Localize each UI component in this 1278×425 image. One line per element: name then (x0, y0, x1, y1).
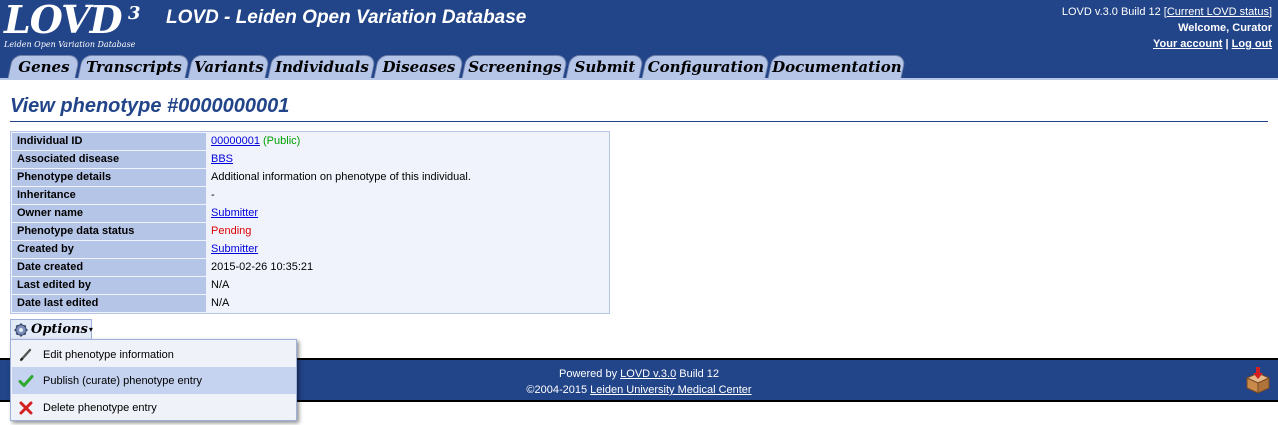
lovd-logo[interactable]: LOVD 3 Leiden Open Variation Database (4, 0, 154, 50)
tab-transcripts[interactable]: Transcripts (77, 55, 191, 78)
menu-item-label: Publish (curate) phenotype entry (43, 374, 202, 387)
row-value: N/A (207, 277, 608, 294)
row-label: Owner name (12, 205, 206, 222)
row-value: 00000001 (Public) (207, 133, 608, 150)
table-row: Inheritance - (12, 187, 608, 204)
row-label: Individual ID (12, 133, 206, 150)
menu-item-label: Delete phenotype entry (43, 401, 157, 414)
gear-icon (14, 323, 28, 337)
row-value: Submitter (207, 205, 608, 222)
row-label: Inheritance (12, 187, 206, 204)
options-label: Options (31, 321, 88, 337)
tab-documentation[interactable]: Documentation (767, 55, 907, 78)
site-header: LOVD 3 Leiden Open Variation Database LO… (0, 0, 1278, 78)
phenotype-details-table: Individual ID 00000001 (Public) Associat… (10, 131, 610, 314)
tab-genes[interactable]: Genes (7, 55, 81, 78)
account-separator: | (1225, 38, 1229, 50)
menu-item-label: Edit phenotype information (43, 348, 174, 361)
copyright-text: ©2004-2015 (526, 384, 588, 396)
log-out-link[interactable]: Log out (1232, 38, 1272, 50)
table-row: Phenotype data status Pending (12, 223, 608, 240)
tabs-baseline (0, 78, 1278, 80)
individual-id-link[interactable]: 00000001 (211, 135, 260, 147)
options-menu: Edit phenotype information Publish (cura… (10, 339, 297, 421)
table-row: Associated disease BBS (12, 151, 608, 168)
logo-subtitle: Leiden Open Variation Database (4, 40, 136, 49)
delete-phenotype-menu-item[interactable]: Delete phenotype entry (12, 394, 296, 421)
row-value: - (207, 187, 608, 204)
publish-phenotype-menu-item[interactable]: Publish (curate) phenotype entry (12, 367, 296, 394)
row-label: Date created (12, 259, 206, 276)
disease-link[interactable]: BBS (211, 153, 233, 165)
row-value: N/A (207, 295, 608, 312)
build-text: Build 12 (679, 368, 720, 380)
table-row: Created by Submitter (12, 241, 608, 258)
options-button[interactable]: Options ▾ (10, 319, 93, 339)
table-row: Date last edited N/A (12, 295, 608, 312)
edit-phenotype-menu-item[interactable]: Edit phenotype information (12, 341, 296, 368)
row-label: Created by (12, 241, 206, 258)
version-text: LOVD v.3.0 Build 12 [ (1061, 6, 1167, 18)
public-status: (Public) (263, 135, 301, 147)
account-links: Your account | Log out (1062, 36, 1272, 52)
row-label: Last edited by (12, 277, 206, 294)
version-line: LOVD v.3.0 Build 12 [Current LOVD status… (1062, 4, 1272, 20)
row-label: Associated disease (12, 151, 206, 168)
site-title: LOVD - Leiden Open Variation Database (166, 7, 527, 28)
tab-variants[interactable]: Variants (187, 55, 271, 78)
row-label: Phenotype details (12, 169, 206, 186)
row-value: BBS (207, 151, 608, 168)
title-divider (10, 121, 1268, 122)
owner-link[interactable]: Submitter (211, 207, 258, 219)
chevron-down-icon: ▾ (88, 325, 93, 334)
user-panel: LOVD v.3.0 Build 12 [Current LOVD status… (1062, 4, 1272, 52)
tab-configuration[interactable]: Configuration (641, 55, 771, 78)
row-value: Additional information on phenotype of t… (207, 169, 608, 186)
checkmark-icon (18, 373, 34, 389)
table-row: Phenotype details Additional information… (12, 169, 608, 186)
current-status-link[interactable]: Current LOVD status (1167, 6, 1269, 18)
table-row: Date created 2015-02-26 10:35:21 (12, 259, 608, 276)
your-account-link[interactable]: Your account (1153, 38, 1222, 50)
powered-by-text: Powered by (558, 368, 618, 380)
row-value: 2015-02-26 10:35:21 (207, 259, 608, 276)
package-download-icon[interactable] (1244, 366, 1272, 394)
pencil-icon (18, 347, 34, 363)
table-row: Owner name Submitter (12, 205, 608, 222)
row-label: Date last edited (12, 295, 206, 312)
row-value: Submitter (207, 241, 608, 258)
lovd-version-link[interactable]: LOVD v.3.0 (620, 368, 676, 380)
tab-submit[interactable]: Submit (565, 55, 645, 78)
status-value: Pending (207, 223, 608, 240)
created-by-link[interactable]: Submitter (211, 243, 258, 255)
tab-screenings[interactable]: Screenings (461, 55, 569, 78)
row-label: Phenotype data status (12, 223, 206, 240)
page-title: View phenotype #0000000001 (10, 95, 290, 117)
logo-text: LOVD (4, 0, 123, 42)
cross-icon (18, 400, 34, 416)
main-tabs: Genes Transcripts Variants Individuals D… (0, 55, 1278, 78)
table-row: Last edited by N/A (12, 277, 608, 294)
version-close: ] (1268, 6, 1272, 18)
welcome-text: Welcome, Curator (1178, 22, 1272, 34)
logo-version-superscript: 3 (128, 3, 141, 24)
lumc-link[interactable]: Leiden University Medical Center (590, 384, 751, 396)
tab-individuals[interactable]: Individuals (267, 55, 377, 78)
table-row: Individual ID 00000001 (Public) (12, 133, 608, 150)
tab-diseases[interactable]: Diseases (373, 55, 465, 78)
